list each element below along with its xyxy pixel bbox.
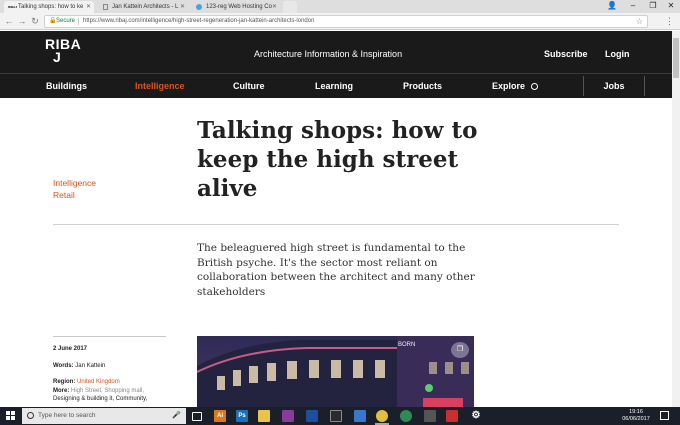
close-window-icon[interactable]: ✕ (660, 0, 680, 11)
article-tags: More: High Street, Shopping mall, (53, 387, 166, 395)
close-tab-icon[interactable]: ✕ (86, 1, 91, 13)
file-explorer-icon[interactable] (258, 410, 270, 422)
logo-line-1: RIBA (45, 36, 82, 52)
close-tab-icon[interactable]: ✕ (272, 1, 277, 13)
ribaj-favicon-icon: RIBAJ (8, 5, 18, 9)
nav-products[interactable]: Products (403, 81, 442, 91)
tab-title: Jan Kattein Architects - L (112, 4, 179, 10)
browser-menu-icon[interactable]: ⋮ (665, 15, 674, 27)
close-tab-icon[interactable]: ✕ (180, 1, 185, 13)
article-tags-line-2[interactable]: Designing & building it, Community, (53, 395, 166, 403)
article-hero-image[interactable]: BORN (197, 336, 474, 407)
nav-buildings[interactable]: Buildings (46, 81, 87, 91)
meta-divider (53, 336, 166, 337)
tab-title: 123-reg Web Hosting Co (206, 4, 272, 10)
site-header: RIBA J Architecture Information & Inspir… (0, 31, 680, 73)
new-tab-button[interactable] (283, 1, 297, 13)
tab-123-reg[interactable]: 123-reg Web Hosting Co ✕ (192, 1, 280, 13)
edge-icon[interactable] (354, 410, 366, 422)
photoshop-icon[interactable]: Ps (236, 410, 248, 422)
acrobat-icon[interactable] (446, 410, 458, 422)
region-link[interactable]: United Kingdom (77, 379, 120, 385)
forward-arrow-icon[interactable]: → (16, 15, 28, 27)
notification-icon[interactable] (660, 411, 669, 420)
reload-icon[interactable]: ↻ (29, 15, 41, 27)
url-text: https://www.ribaj.com/intelligence/high-… (83, 18, 315, 24)
article-region: Region: United Kingdom (53, 378, 166, 386)
settings-gear-icon[interactable]: ⚙ (470, 410, 482, 422)
clock-date: 06/06/2017 (622, 416, 650, 422)
illustrator-icon[interactable]: Ai (214, 410, 226, 422)
globe-icon (196, 4, 202, 10)
nav-explore-label: Explore (492, 81, 526, 91)
nav-explore[interactable]: Explore (492, 81, 538, 91)
address-bar: ← → ↻ 🔒 Secure https://www.ribaj.com/int… (0, 13, 680, 30)
nav-intelligence[interactable]: Intelligence (135, 81, 185, 91)
logo-line-2: J (53, 49, 62, 65)
article-date: 2 June 2017 (53, 346, 88, 352)
shop-sign: BORN (398, 342, 415, 348)
gallery-icon[interactable]: ❐ (451, 342, 469, 358)
scrollbar-thumb[interactable] (673, 38, 679, 78)
outlook-icon[interactable] (306, 410, 318, 422)
site-tagline: Architecture Information & Inspiration (254, 49, 403, 59)
subscribe-link[interactable]: Subscribe (544, 49, 588, 59)
search-placeholder: Type here to search (38, 412, 96, 419)
minimize-icon[interactable]: – (622, 0, 644, 11)
main-nav: Buildings Intelligence Culture Learning … (0, 73, 680, 98)
article-title: Talking shops: how to keep the high stre… (197, 117, 478, 202)
article-standfirst: The beleaguered high street is fundament… (197, 242, 475, 298)
category-link[interactable]: Intelligence (53, 178, 96, 188)
tab-title: Talking shops: how to ke (18, 4, 84, 10)
nav-learning[interactable]: Learning (315, 81, 353, 91)
tab-talking-shops[interactable]: RIBAJ Talking shops: how to ke ✕ (4, 1, 94, 13)
nav-jobs[interactable]: Jobs (583, 76, 645, 96)
region-label: Region: (53, 379, 76, 385)
words-label: Words: (53, 363, 74, 369)
page-icon (103, 4, 108, 10)
article-author: Words: Jan Kattein (53, 362, 166, 370)
microphone-icon[interactable]: 🎤 (172, 408, 181, 424)
search-icon (530, 83, 538, 90)
clock-time: 19:16 (629, 409, 643, 415)
back-arrow-icon[interactable]: ← (3, 15, 15, 27)
tag-links[interactable]: High Street, Shopping mall, (71, 388, 144, 394)
more-label: More: (53, 388, 70, 394)
system-clock[interactable]: 19:16 06/06/2017 (616, 409, 656, 423)
secure-label: Secure (56, 18, 76, 24)
calculator-icon[interactable] (424, 410, 436, 422)
maps-icon[interactable] (400, 410, 412, 422)
author-name: Jan Kattein (75, 363, 106, 369)
cortana-icon (27, 412, 34, 419)
nav-culture[interactable]: Culture (233, 81, 265, 91)
indesign-icon[interactable] (282, 410, 294, 422)
ribaj-logo[interactable]: RIBA J (45, 36, 82, 65)
browser-tab-strip: RIBAJ Talking shops: how to ke ✕ Jan Kat… (0, 0, 680, 13)
bookmark-star-icon[interactable]: ☆ (636, 16, 643, 27)
app-icon[interactable] (330, 410, 342, 422)
taskbar-search-input[interactable]: Type here to search 🎤 (22, 408, 186, 424)
login-link[interactable]: Login (605, 49, 630, 59)
page-scrollbar[interactable] (672, 31, 680, 407)
task-view-icon[interactable] (192, 412, 202, 421)
url-input[interactable]: 🔒 Secure https://www.ribaj.com/intellige… (44, 15, 648, 28)
windows-start-icon[interactable] (6, 411, 16, 421)
divider (53, 224, 619, 225)
building-photo: BORN (197, 336, 474, 407)
user-icon[interactable]: 👤 (601, 0, 623, 11)
subcategory-link[interactable]: Retail (53, 190, 75, 200)
windows-taskbar: Type here to search 🎤 Ai Ps ⚙ 19:16 06/0… (0, 407, 680, 425)
separator (78, 18, 79, 25)
tab-jan-kattein[interactable]: Jan Kattein Architects - L ✕ (98, 1, 188, 13)
chrome-icon[interactable] (376, 410, 388, 422)
